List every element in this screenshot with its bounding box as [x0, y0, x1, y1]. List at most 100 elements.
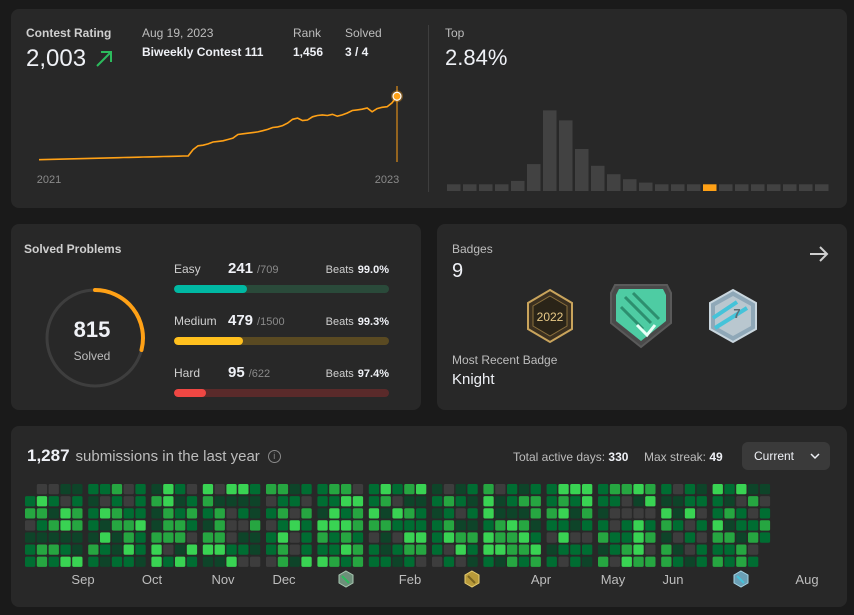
heatmap-cell[interactable] [645, 544, 656, 555]
heatmap-cell[interactable] [530, 556, 541, 567]
heatmap-cell[interactable] [392, 544, 403, 555]
heatmap-cell[interactable] [582, 544, 593, 555]
heatmap-cell[interactable] [202, 556, 214, 567]
heatmap-cell[interactable] [111, 484, 123, 495]
heatmap-cell[interactable] [432, 556, 443, 567]
heatmap-cell[interactable] [673, 544, 684, 555]
heatmap-cell[interactable] [226, 532, 237, 543]
heatmap-cell[interactable] [163, 496, 174, 507]
heatmap-cell[interactable] [111, 520, 123, 531]
heatmap-cell[interactable] [661, 544, 672, 555]
heatmap-cell[interactable] [558, 544, 569, 555]
heatmap-cell[interactable] [368, 532, 380, 543]
heatmap-cell[interactable] [111, 496, 123, 507]
heatmap-cell[interactable] [392, 508, 403, 519]
heatmap-cell[interactable] [36, 544, 48, 555]
heatmap-cell[interactable] [238, 496, 249, 507]
heatmap-cell[interactable] [684, 496, 696, 507]
heatmap-cell[interactable] [226, 484, 237, 495]
heatmap-cell[interactable] [60, 532, 71, 543]
heatmap-cell[interactable] [352, 508, 364, 519]
heatmap-cell[interactable] [661, 532, 672, 543]
heatmap-cell[interactable] [329, 520, 340, 531]
heatmap-cell[interactable] [238, 520, 249, 531]
heatmap-cell[interactable] [151, 532, 162, 543]
heatmap-cell[interactable] [570, 520, 581, 531]
heatmap-cell[interactable] [724, 532, 735, 543]
heatmap-cell[interactable] [163, 544, 174, 555]
heatmap-cell[interactable] [88, 556, 99, 567]
heatmap-cell[interactable] [724, 556, 735, 567]
heatmap-cell[interactable] [135, 556, 146, 567]
heatmap-cell[interactable] [289, 496, 300, 507]
heatmap-cell[interactable] [621, 508, 632, 519]
heatmap-cell[interactable] [202, 520, 214, 531]
heatmap-cell[interactable] [570, 556, 581, 567]
heatmap-cell[interactable] [404, 520, 415, 531]
heatmap-cell[interactable] [329, 556, 340, 567]
heatmap-cell[interactable] [598, 544, 609, 555]
heatmap-cell[interactable] [25, 544, 36, 555]
heatmap-cell[interactable] [570, 484, 581, 495]
heatmap-cell[interactable] [736, 496, 747, 507]
heatmap-cell[interactable] [673, 484, 684, 495]
heatmap-cell[interactable] [202, 484, 214, 495]
heatmap-cell[interactable] [317, 496, 328, 507]
heatmap-cell[interactable] [341, 520, 352, 531]
heatmap-cell[interactable] [724, 544, 735, 555]
heatmap-cell[interactable] [455, 544, 466, 555]
heatmap-cell[interactable] [175, 484, 186, 495]
heatmap-cell[interactable] [266, 544, 277, 555]
heatmap-cell[interactable] [72, 544, 83, 555]
heatmap-cell[interactable] [696, 544, 707, 555]
heatmap-cell[interactable] [673, 496, 684, 507]
heatmap-cell[interactable] [266, 556, 277, 567]
heatmap-cell[interactable] [289, 508, 300, 519]
heatmap-cell[interactable] [696, 520, 707, 531]
heatmap-cell[interactable] [558, 556, 569, 567]
heatmap-cell[interactable] [123, 556, 134, 567]
heatmap-cell[interactable] [609, 496, 621, 507]
heatmap-cell[interactable] [48, 532, 59, 543]
heatmap-cell[interactable] [443, 508, 455, 519]
heatmap-cell[interactable] [329, 544, 340, 555]
heatmap-cell[interactable] [724, 484, 735, 495]
heatmap-cell[interactable] [72, 508, 83, 519]
heatmap-cell[interactable] [518, 484, 530, 495]
heatmap-cell[interactable] [186, 484, 198, 495]
heatmap-cell[interactable] [175, 556, 186, 567]
heatmap-cell[interactable] [661, 484, 672, 495]
heatmap-cell[interactable] [432, 496, 443, 507]
heatmap-cell[interactable] [72, 556, 83, 567]
heatmap-cell[interactable] [151, 508, 162, 519]
heatmap-cell[interactable] [404, 532, 415, 543]
heatmap-cell[interactable] [507, 556, 518, 567]
heatmap-cell[interactable] [483, 508, 494, 519]
heatmap-cell[interactable] [277, 508, 289, 519]
heatmap-cell[interactable] [724, 496, 735, 507]
heatmap-cell[interactable] [483, 496, 494, 507]
heatmap-cell[interactable] [238, 508, 249, 519]
heatmap-cell[interactable] [250, 484, 261, 495]
heatmap-cell[interactable] [582, 556, 593, 567]
heatmap-cell[interactable] [163, 556, 174, 567]
heatmap-cell[interactable] [416, 496, 427, 507]
difficulty-hard[interactable]: Hard 95 /622 Beats 97.4% [174, 364, 389, 397]
heatmap-cell[interactable] [226, 520, 237, 531]
heatmap-cell[interactable] [621, 556, 632, 567]
heatmap-cell[interactable] [380, 508, 391, 519]
heatmap-cell[interactable] [60, 556, 71, 567]
heatmap-cell[interactable] [404, 556, 415, 567]
monthly-badge-icon[interactable] [732, 570, 750, 588]
heatmap-cell[interactable] [712, 556, 723, 567]
heatmap-cell[interactable] [416, 532, 427, 543]
heatmap-cell[interactable] [317, 508, 328, 519]
heatmap-cell[interactable] [724, 508, 735, 519]
heatmap-cell[interactable] [186, 532, 198, 543]
heatmap-cell[interactable] [392, 520, 403, 531]
heatmap-cell[interactable] [368, 556, 380, 567]
heatmap-cell[interactable] [48, 508, 59, 519]
heatmap-cell[interactable] [135, 544, 146, 555]
heatmap-cell[interactable] [301, 520, 312, 531]
heatmap-cell[interactable] [123, 532, 134, 543]
